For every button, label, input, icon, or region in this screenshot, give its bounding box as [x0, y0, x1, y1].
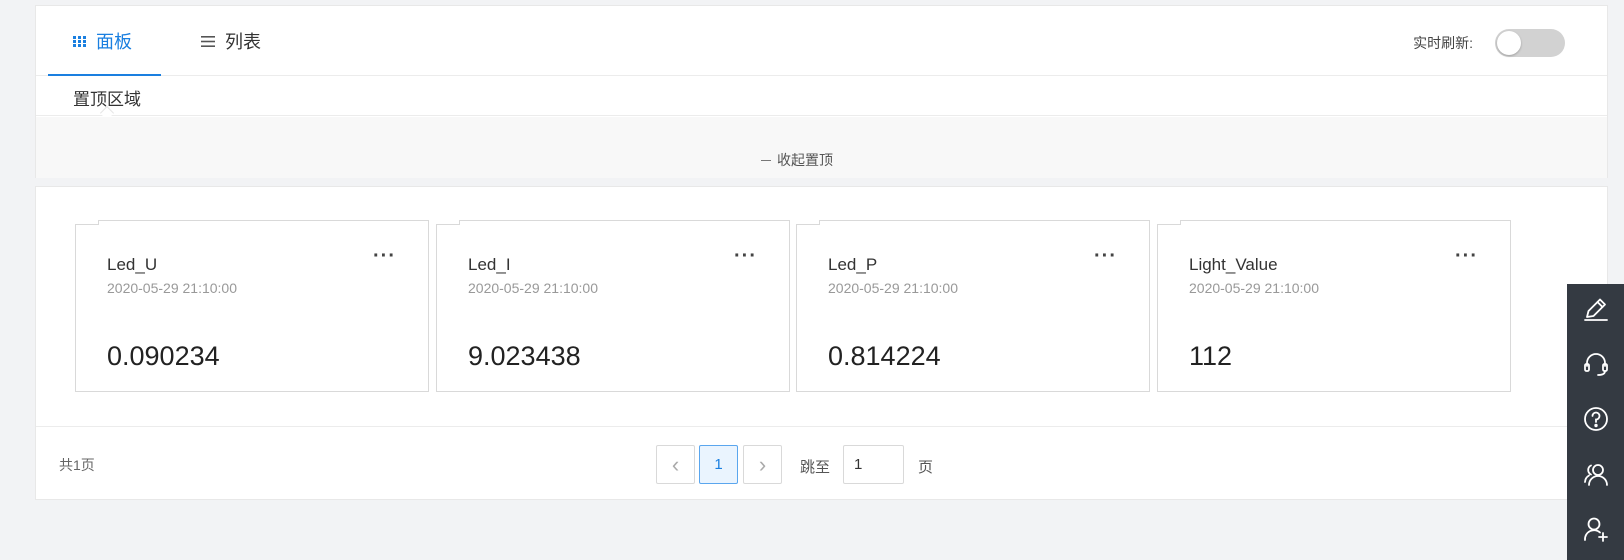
pinned-header: 置顶区域 [36, 77, 1607, 121]
data-card[interactable]: Led_I 2020-05-29 21:10:00 9.023438 ··· [436, 220, 790, 392]
page-1-button[interactable]: 1 [699, 445, 738, 484]
active-tab-indicator [48, 74, 161, 76]
realtime-refresh-label: 实时刷新: [1413, 35, 1473, 51]
tab-panel[interactable]: 面板 [73, 6, 132, 76]
more-icon[interactable]: ··· [1094, 245, 1117, 268]
tab-list[interactable]: 列表 [201, 6, 261, 76]
pagination: 共1页 ‹ 1 › 跳至 页 [36, 426, 1607, 500]
card-time: 2020-05-29 21:10:00 [468, 280, 598, 296]
chevron-left-icon: ‹ [671, 451, 680, 477]
tab-list-label: 列表 [225, 32, 261, 52]
total-pages: 共1页 [59, 457, 95, 473]
card-value: 0.090234 [107, 341, 220, 371]
data-card[interactable]: Light_Value 2020-05-29 21:10:00 112 ··· [1157, 220, 1511, 392]
edit-icon [1582, 295, 1610, 328]
page-suffix: 页 [918, 459, 934, 476]
help-button[interactable] [1567, 394, 1624, 449]
chevron-right-icon: › [758, 451, 767, 477]
card-name: Led_P [828, 255, 878, 274]
card-name: Led_U [107, 255, 158, 274]
minus-icon [761, 159, 771, 161]
view-tabs: 面板 列表 实时刷新: [36, 6, 1607, 76]
card-panel: Led_U 2020-05-29 21:10:00 0.090234 ··· L… [35, 186, 1608, 500]
card-value: 0.814224 [828, 341, 941, 371]
card-corner [436, 220, 460, 225]
data-card[interactable]: Led_U 2020-05-29 21:10:00 0.090234 ··· [75, 220, 429, 392]
card-name: Light_Value [1189, 255, 1278, 274]
pinned-area: 收起置顶 [36, 117, 1607, 178]
realtime-refresh-toggle[interactable] [1495, 29, 1565, 57]
community-button[interactable] [1567, 449, 1624, 504]
add-user-icon [1582, 515, 1610, 548]
jump-label: 跳至 [800, 459, 831, 476]
more-icon[interactable]: ··· [734, 245, 757, 268]
card-name: Led_I [468, 255, 511, 274]
card-time: 2020-05-29 21:10:00 [828, 280, 958, 296]
users-icon [1582, 460, 1610, 493]
help-icon [1582, 405, 1610, 438]
collapse-pinned-button[interactable]: 收起置顶 [761, 150, 833, 170]
feedback-button[interactable] [1567, 284, 1624, 339]
card-corner [75, 220, 99, 225]
tab-panel-label: 面板 [96, 32, 132, 52]
data-card[interactable]: Led_P 2020-05-29 21:10:00 0.814224 ··· [796, 220, 1150, 392]
card-corner [796, 220, 820, 225]
card-time: 2020-05-29 21:10:00 [107, 280, 237, 296]
collapse-pinned-label: 收起置顶 [777, 152, 833, 168]
more-icon[interactable]: ··· [1455, 245, 1478, 268]
toggle-knob [1497, 31, 1521, 55]
page-number: 1 [714, 456, 723, 473]
card-corner [1157, 220, 1181, 225]
more-icon[interactable]: ··· [373, 245, 396, 268]
next-page-button[interactable]: › [743, 445, 782, 484]
card-value: 9.023438 [468, 341, 581, 371]
prev-page-button[interactable]: ‹ [656, 445, 695, 484]
list-icon [201, 35, 215, 47]
headset-icon [1582, 350, 1610, 383]
card-time: 2020-05-29 21:10:00 [1189, 280, 1319, 296]
top-panel: 面板 列表 实时刷新: 置顶区域 收起置顶 [35, 5, 1608, 178]
support-button[interactable] [1567, 339, 1624, 394]
side-toolbar [1567, 284, 1624, 560]
card-value: 112 [1189, 341, 1233, 371]
add-user-button[interactable] [1567, 504, 1624, 559]
realtime-refresh: 实时刷新: [1413, 29, 1565, 57]
grid-icon [73, 35, 86, 47]
jump-page-input[interactable] [843, 445, 904, 484]
